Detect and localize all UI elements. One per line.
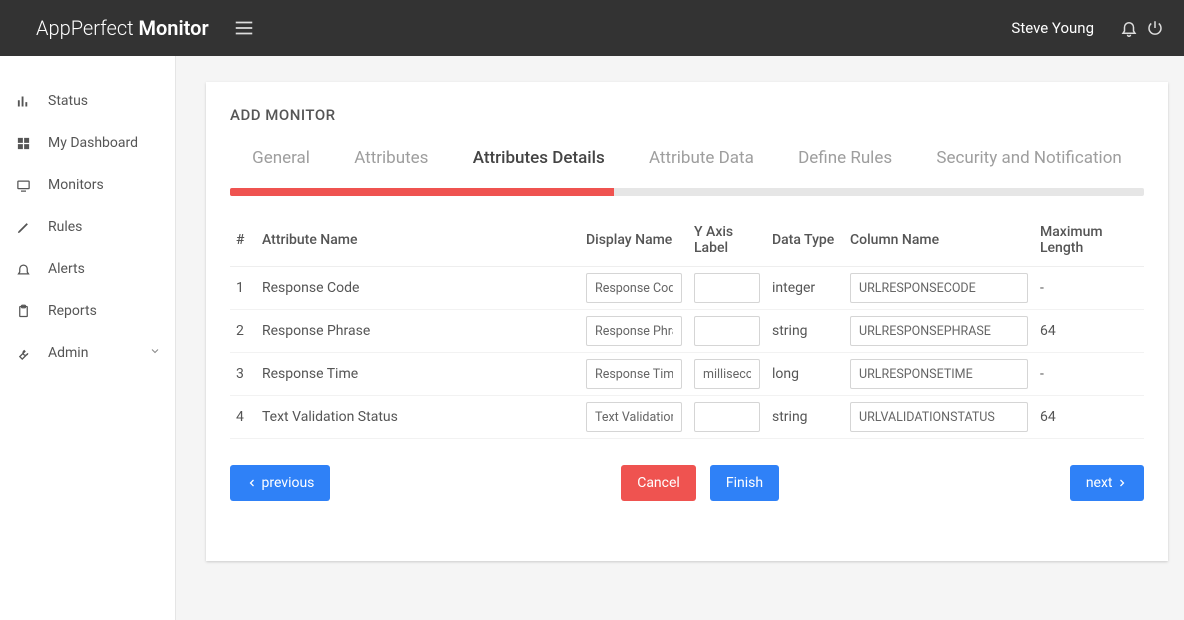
- sidebar-item-monitors[interactable]: Monitors: [0, 164, 175, 206]
- wizard-progress-fill: [230, 188, 614, 196]
- next-button-label: next: [1086, 475, 1113, 491]
- clipboard-icon: [16, 304, 32, 319]
- bell-icon: [16, 262, 32, 277]
- sidebar-item-label: Alerts: [48, 261, 85, 277]
- col-y-axis: Y Axis Label: [688, 214, 766, 267]
- sidebar-item-rules[interactable]: Rules: [0, 206, 175, 248]
- cell-attribute-name: Response Time: [256, 353, 580, 396]
- table-row: 2Response Phrase string 64: [230, 310, 1144, 353]
- pencil-icon: [16, 220, 32, 235]
- tab-attribute-data[interactable]: Attribute Data: [645, 146, 758, 170]
- wrench-icon: [16, 346, 32, 361]
- display-name-input[interactable]: [586, 402, 682, 432]
- tab-attributes[interactable]: Attributes: [350, 146, 432, 170]
- brand-text-1: AppPerfect: [36, 16, 134, 40]
- attributes-table: # Attribute Name Display Name Y Axis Lab…: [230, 214, 1144, 439]
- column-name-input[interactable]: [850, 402, 1028, 432]
- sidebar-item-label: My Dashboard: [48, 135, 138, 151]
- previous-button-label: previous: [261, 475, 314, 491]
- y-axis-input[interactable]: [694, 359, 760, 389]
- sidebar: Status My Dashboard Monitors Rules Alert…: [0, 56, 176, 620]
- sidebar-item-label: Status: [48, 93, 88, 109]
- col-max-length: Maximum Length: [1034, 214, 1144, 267]
- topbar: AppPerfect Monitor Steve Young: [0, 0, 1184, 56]
- cell-data-type: long: [766, 353, 844, 396]
- cell-attribute-name: Text Validation Status: [256, 396, 580, 439]
- cell-attribute-name: Response Phrase: [256, 310, 580, 353]
- sidebar-item-alerts[interactable]: Alerts: [0, 248, 175, 290]
- col-display-name: Display Name: [580, 214, 688, 267]
- display-name-input[interactable]: [586, 359, 682, 389]
- user-name[interactable]: Steve Young: [1011, 19, 1094, 37]
- col-attribute-name: Attribute Name: [256, 214, 580, 267]
- cell-index: 2: [230, 310, 256, 353]
- cell-max-length: 64: [1034, 310, 1144, 353]
- sidebar-item-reports[interactable]: Reports: [0, 290, 175, 332]
- menu-icon[interactable]: [233, 17, 255, 39]
- bell-icon[interactable]: [1120, 19, 1138, 37]
- col-data-type: Data Type: [766, 214, 844, 267]
- sidebar-item-label: Rules: [48, 219, 82, 235]
- sidebar-item-label: Monitors: [48, 177, 104, 193]
- sidebar-item-status[interactable]: Status: [0, 80, 175, 122]
- chevron-down-icon: [149, 345, 161, 361]
- y-axis-input[interactable]: [694, 316, 760, 346]
- tab-general[interactable]: General: [248, 146, 314, 170]
- sidebar-item-label: Admin: [48, 345, 88, 361]
- bar-chart-icon: [16, 94, 32, 109]
- card-title: ADD MONITOR: [230, 106, 1144, 124]
- y-axis-input[interactable]: [694, 273, 760, 303]
- cell-data-type: string: [766, 310, 844, 353]
- wizard-progress: [230, 188, 1144, 196]
- cell-max-length: -: [1034, 353, 1144, 396]
- y-axis-input[interactable]: [694, 402, 760, 432]
- table-row: 1Response Code integer -: [230, 267, 1144, 310]
- sidebar-item-dashboard[interactable]: My Dashboard: [0, 122, 175, 164]
- previous-button[interactable]: previous: [230, 465, 330, 501]
- wizard-tabs: General Attributes Attributes Details At…: [230, 146, 1144, 170]
- finish-button[interactable]: Finish: [710, 465, 779, 501]
- sidebar-item-label: Reports: [48, 303, 97, 319]
- cell-max-length: 64: [1034, 396, 1144, 439]
- column-name-input[interactable]: [850, 273, 1028, 303]
- power-icon[interactable]: [1146, 19, 1164, 37]
- monitor-icon: [16, 178, 32, 193]
- table-row: 4Text Validation Status string 64: [230, 396, 1144, 439]
- brand-text-2: Monitor: [138, 16, 208, 40]
- tab-security-notification[interactable]: Security and Notification: [932, 146, 1125, 170]
- col-column-name: Column Name: [844, 214, 1034, 267]
- brand: AppPerfect Monitor: [36, 16, 209, 40]
- cancel-button[interactable]: Cancel: [621, 465, 696, 501]
- tab-define-rules[interactable]: Define Rules: [794, 146, 896, 170]
- next-button[interactable]: next: [1070, 465, 1144, 501]
- cell-data-type: integer: [766, 267, 844, 310]
- sidebar-item-admin[interactable]: Admin: [0, 332, 175, 374]
- display-name-input[interactable]: [586, 273, 682, 303]
- cell-data-type: string: [766, 396, 844, 439]
- table-row: 3Response Time long -: [230, 353, 1144, 396]
- cell-index: 1: [230, 267, 256, 310]
- add-monitor-card: ADD MONITOR General Attributes Attribute…: [206, 82, 1168, 561]
- column-name-input[interactable]: [850, 359, 1028, 389]
- display-name-input[interactable]: [586, 316, 682, 346]
- grid-icon: [16, 136, 32, 151]
- tab-attributes-details[interactable]: Attributes Details: [469, 146, 609, 170]
- cell-attribute-name: Response Code: [256, 267, 580, 310]
- cell-index: 3: [230, 353, 256, 396]
- column-name-input[interactable]: [850, 316, 1028, 346]
- cell-index: 4: [230, 396, 256, 439]
- col-index: #: [230, 214, 256, 267]
- cell-max-length: -: [1034, 267, 1144, 310]
